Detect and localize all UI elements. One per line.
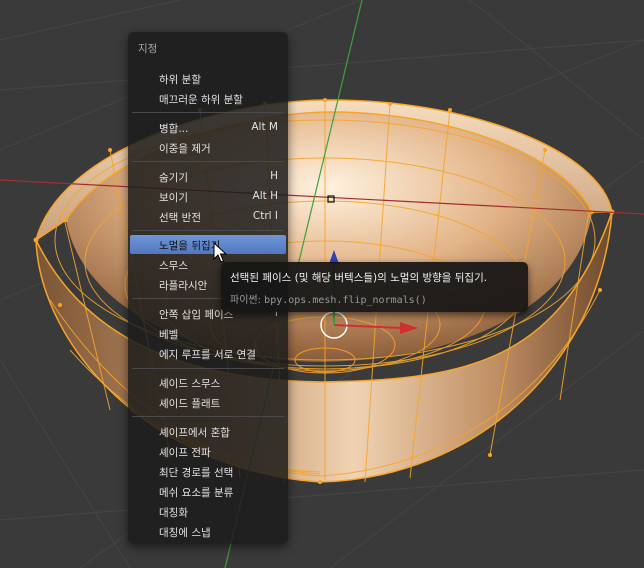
menu-item-shade-smooth[interactable]: 셰이드 스무스 xyxy=(130,373,286,392)
menu-item-hide[interactable]: 숨기기 H xyxy=(130,167,286,186)
menu-item-merge[interactable]: 병합... Alt M xyxy=(130,118,286,137)
menu-item-blend-from-shape[interactable]: 셰이프에서 혼합 xyxy=(130,422,286,441)
menu-separator xyxy=(132,230,284,231)
tooltip-python-label: 파이썬: xyxy=(230,295,261,306)
tooltip: 선택된 페이스 (및 해당 버텍스들)의 노멀의 방향을 뒤집기. 파이썬: b… xyxy=(221,262,528,312)
menu-item-shortcut: Ctrl I xyxy=(252,210,278,222)
menu-item-shortcut: H xyxy=(270,170,278,182)
menu-item-label: 에지 루프를 서로 연결 xyxy=(159,349,256,361)
menu-item-label: 라플라시안 xyxy=(159,280,208,292)
mouse-cursor-icon xyxy=(213,242,227,263)
menu-item-bevel[interactable]: 베벨 xyxy=(130,324,286,343)
tooltip-python-code: bpy.ops.mesh.flip_normals() xyxy=(264,295,427,306)
menu-item-label: 베벨 xyxy=(159,329,179,341)
menu-item-bridge-edge-loops[interactable]: 에지 루프를 서로 연결 xyxy=(130,344,286,363)
menu-item-label: 이중을 제거 xyxy=(159,143,211,155)
menu-item-label: 메쉬 요소를 분류 xyxy=(159,487,234,499)
menu-item-label: 매끄러운 하위 분할 xyxy=(159,94,243,106)
menu-item-label: 셰이프에서 혼합 xyxy=(159,427,230,439)
tooltip-python: 파이썬: bpy.ops.mesh.flip_normals() xyxy=(230,291,427,306)
menu-item-label: 대칭에 스냅 xyxy=(159,527,211,539)
menu-item-shortcut: Alt H xyxy=(252,190,278,202)
menu-item-select-shortest-path[interactable]: 최단 경로를 선택 xyxy=(130,462,286,481)
menu-item-sort-mesh-elements[interactable]: 메쉬 요소를 분류 xyxy=(130,482,286,501)
menu-item-shortcut: Alt M xyxy=(251,121,278,133)
menu-item-label: 스무스 xyxy=(159,260,188,272)
menu-item-label: 대칭화 xyxy=(159,507,188,519)
menu-item-label: 셰이드 플래트 xyxy=(159,398,221,410)
menu-separator xyxy=(132,416,284,417)
menu-item-smooth-subdivide[interactable]: 매끄러운 하위 분할 xyxy=(130,89,286,108)
menu-item-flip-normals[interactable]: 노멀을 뒤집기 xyxy=(130,235,286,254)
menu-item-shape-propagate[interactable]: 셰이프 전파 xyxy=(130,442,286,461)
menu-item-remove-doubles[interactable]: 이중을 제거 xyxy=(130,138,286,157)
menu-item-label: 노멀을 뒤집기 xyxy=(159,240,221,252)
menu-item-label: 숨기기 xyxy=(159,172,188,184)
menu-item-label: 셰이프 전파 xyxy=(159,447,211,459)
menu-item-label: 하위 분할 xyxy=(159,74,201,86)
menu-title: 지정 xyxy=(138,43,158,55)
menu-item-label: 최단 경로를 선택 xyxy=(159,467,234,479)
menu-separator xyxy=(132,112,284,113)
menu-item-symmetrize[interactable]: 대칭화 xyxy=(130,502,286,521)
menu-item-label: 보이기 xyxy=(159,192,188,204)
menu-item-label: 셰이드 스무스 xyxy=(159,378,221,390)
menu-item-subdivide[interactable]: 하위 분할 xyxy=(130,69,286,88)
menu-item-label: 선택 반전 xyxy=(159,212,201,224)
menu-item-select-inverse[interactable]: 선택 반전 Ctrl I xyxy=(130,207,286,226)
menu-separator xyxy=(132,161,284,162)
tooltip-description: 선택된 페이스 (및 해당 버텍스들)의 노멀의 방향을 뒤집기. xyxy=(230,272,488,284)
menu-item-shade-flat[interactable]: 셰이드 플래트 xyxy=(130,393,286,412)
menu-item-reveal[interactable]: 보이기 Alt H xyxy=(130,187,286,206)
menu-item-label: 병합... xyxy=(159,123,189,135)
menu-item-snap-to-symmetry[interactable]: 대칭에 스냅 xyxy=(130,522,286,541)
menu-separator xyxy=(132,368,284,369)
